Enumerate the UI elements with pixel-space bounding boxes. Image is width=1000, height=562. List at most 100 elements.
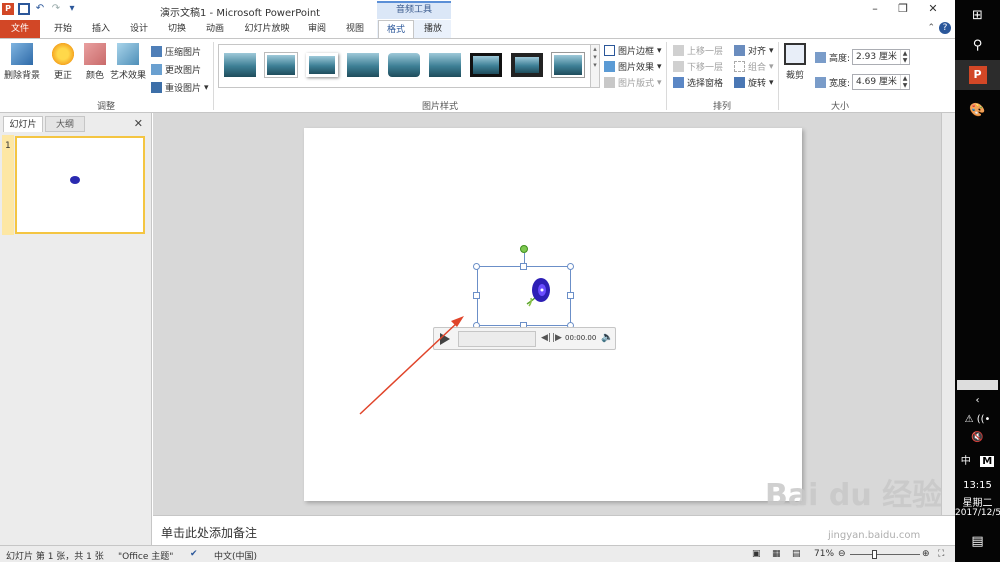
vertical-scrollbar[interactable] [941, 113, 955, 515]
gallery-scroll[interactable]: ▴ ▾ ▾ [590, 44, 600, 88]
zoom-slider-thumb[interactable] [872, 550, 877, 559]
bring-forward-button[interactable]: 上移一层 [673, 44, 723, 57]
audio-icon-selection[interactable] [477, 266, 571, 326]
taskbar-paint-icon[interactable]: 🎨 [955, 95, 1000, 125]
style-thumb[interactable] [388, 53, 420, 77]
height-value: 2.93 厘米 [856, 52, 897, 62]
tab-review[interactable]: 审阅 [300, 20, 334, 38]
save-icon[interactable] [18, 3, 30, 15]
close-icon[interactable]: ✕ [134, 117, 143, 130]
picture-styles-gallery[interactable] [218, 44, 591, 88]
style-thumb[interactable] [306, 53, 338, 77]
style-thumb[interactable] [224, 53, 256, 77]
spinner-arrows-icon[interactable]: ▲ ▼ [900, 50, 909, 64]
resize-handle[interactable] [473, 263, 480, 270]
collapse-ribbon-icon[interactable]: ⌃ [927, 22, 935, 34]
style-thumb[interactable] [470, 53, 502, 77]
play-icon[interactable] [440, 333, 450, 345]
volume-icon[interactable]: 🔈 [601, 332, 613, 343]
resize-handle[interactable] [473, 292, 480, 299]
color-button[interactable]: 颜色 [84, 43, 106, 81]
taskbar-powerpoint-button[interactable]: P [955, 60, 1000, 90]
zoom-slider-track[interactable] [850, 554, 920, 555]
picture-border-button[interactable]: 图片边框 ▾ [604, 44, 662, 57]
chevron-down-icon: ▾ [769, 61, 774, 72]
spinner-arrows-icon[interactable]: ▲ ▼ [900, 75, 909, 89]
group-button[interactable]: 组合 ▾ [734, 60, 774, 73]
tab-insert[interactable]: 插入 [84, 20, 118, 38]
help-icon[interactable]: ? [939, 22, 951, 34]
picture-layout-button[interactable]: 图片版式 ▾ [604, 76, 662, 89]
style-thumb[interactable] [429, 53, 461, 77]
volume-muted-icon[interactable]: 🔇 [955, 432, 1000, 443]
show-hidden-icons-icon[interactable]: ‹ [955, 395, 1000, 406]
tab-design[interactable]: 设计 [122, 20, 156, 38]
remove-background-button[interactable]: 删除背景 [4, 43, 40, 81]
clock-time[interactable]: 13:15 [955, 480, 1000, 491]
tab-format[interactable]: 格式 [378, 20, 414, 38]
crop-button[interactable]: 裁剪 [784, 43, 806, 81]
tab-file[interactable]: 文件 [0, 20, 40, 38]
rotation-handle[interactable] [520, 245, 528, 253]
width-spinner[interactable]: 4.69 厘米 ▲ ▼ [852, 74, 910, 90]
slide-sorter-icon[interactable]: ▦ [772, 549, 781, 559]
change-picture-button[interactable]: 更改图片 [151, 63, 201, 76]
zoom-level[interactable]: 71% [814, 549, 834, 559]
style-thumb[interactable] [511, 53, 543, 77]
powerpoint-logo-icon: P [2, 3, 14, 15]
skip-forward-icon[interactable]: |▶ [552, 333, 562, 343]
tab-playback[interactable]: 播放 [416, 20, 450, 38]
style-thumb[interactable] [265, 53, 297, 77]
rotate-button[interactable]: 旋转 ▾ [734, 76, 774, 89]
artistic-effects-button[interactable]: 艺术效果 [110, 43, 146, 81]
redo-icon[interactable]: ↷ [50, 3, 62, 15]
undo-icon[interactable]: ↶ [34, 3, 46, 15]
network-icon[interactable]: ⚠ ((• [955, 414, 1000, 425]
windows-start-icon[interactable]: ⊞ [955, 0, 1000, 30]
tab-transitions[interactable]: 切换 [160, 20, 194, 38]
ime-language: 中 [960, 456, 971, 467]
picture-effects-button[interactable]: 图片效果 ▾ [604, 60, 662, 73]
send-backward-button[interactable]: 下移一层 [673, 60, 723, 73]
tab-home[interactable]: 开始 [46, 20, 80, 38]
tab-outline[interactable]: 大纲 [45, 116, 85, 132]
resize-handle[interactable] [567, 263, 574, 270]
customize-qat-icon[interactable]: ▾ [66, 3, 78, 15]
selection-pane-button[interactable]: 选择窗格 [673, 76, 723, 89]
height-spinner[interactable]: 2.93 厘米 ▲ ▼ [852, 49, 910, 65]
resize-handle[interactable] [520, 263, 527, 270]
fit-to-window-icon[interactable]: ⛶ [938, 549, 944, 559]
tab-view[interactable]: 视图 [338, 20, 372, 38]
compress-pictures-button[interactable]: 压缩图片 [151, 45, 201, 58]
tab-slideshow[interactable]: 幻灯片放映 [238, 20, 296, 38]
reading-view-icon[interactable]: ▤ [792, 549, 801, 559]
search-icon[interactable]: ⚲ [955, 30, 1000, 60]
style-thumb[interactable] [552, 53, 584, 77]
taskbar-scrollbar[interactable] [957, 380, 998, 390]
slide-thumbnail[interactable] [15, 136, 145, 234]
tab-slides[interactable]: 幻灯片 [3, 116, 43, 132]
resize-handle[interactable] [567, 292, 574, 299]
restore-button[interactable]: ❐ [895, 2, 911, 15]
skip-back-icon[interactable]: ◀| [541, 333, 551, 343]
change-picture-label: 更改图片 [165, 66, 202, 76]
reset-picture-button[interactable]: 重设图片 ▾ [151, 81, 209, 94]
chevron-down-icon: ▾ [769, 45, 774, 56]
minimize-button[interactable]: – [867, 2, 883, 15]
align-button[interactable]: 对齐 ▾ [734, 44, 774, 57]
picture-layout-label: 图片版式 [618, 79, 655, 89]
tab-animations[interactable]: 动画 [198, 20, 232, 38]
ime-indicator[interactable]: 中 M [955, 452, 1000, 467]
zoom-out-icon[interactable]: ⊖ [838, 549, 846, 559]
group-divider [666, 42, 667, 110]
style-thumb[interactable] [347, 53, 379, 77]
spell-check-icon[interactable]: ✔ [190, 549, 198, 559]
selection-pane-label: 选择窗格 [687, 79, 724, 89]
playback-progress-bar[interactable] [458, 331, 536, 347]
zoom-in-icon[interactable]: ⊕ [922, 549, 930, 559]
normal-view-icon[interactable]: ▣ [752, 549, 761, 559]
language-status[interactable]: 中文(中国) [214, 549, 257, 562]
action-center-icon[interactable]: ▤ [955, 534, 1000, 549]
close-button[interactable]: ✕ [925, 2, 941, 15]
corrections-button[interactable]: 更正 [52, 43, 74, 81]
